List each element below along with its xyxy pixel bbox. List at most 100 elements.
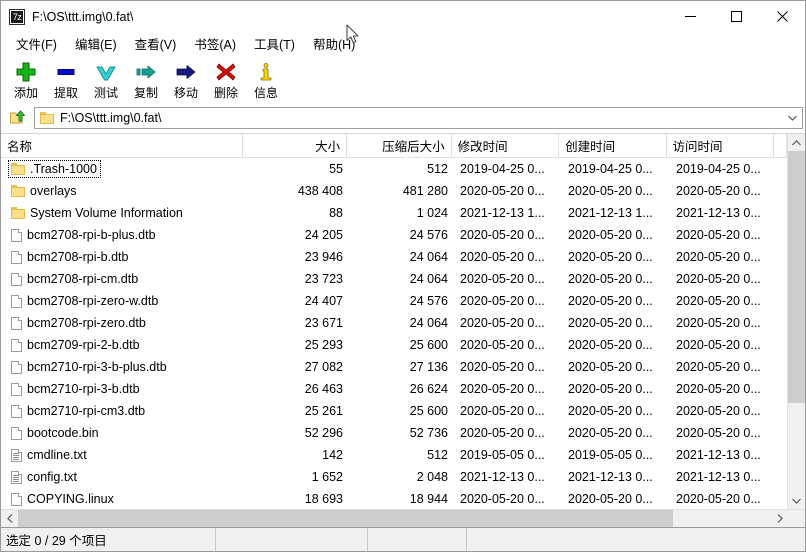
cell-name: config.txt <box>1 466 244 488</box>
table-row[interactable]: bcm2709-rpi-2-b.dtb 25 293 25 600 2020-05-2… <box>1 334 787 356</box>
horizontal-scrollbar[interactable] <box>1 509 805 527</box>
cell-packed: 18 944 <box>409 492 448 506</box>
move-button[interactable]: 移动 <box>166 57 206 101</box>
cell-created: 2020-05-20 0... <box>568 382 653 396</box>
column-header-size[interactable]: 大小 <box>243 134 348 157</box>
maximize-icon <box>730 11 742 22</box>
table-row[interactable]: .Trash-1000 55 512 2019-04-25 0... 2019-04-2… <box>1 158 787 180</box>
file-rows: .Trash-1000 55 512 2019-04-25 0... 2019-04-2… <box>1 158 787 509</box>
info-icon <box>250 59 282 85</box>
test-button-label: 测试 <box>93 86 118 100</box>
menu-help[interactable]: 帮助(H) <box>304 32 364 56</box>
up-one-level-button[interactable] <box>5 107 31 130</box>
column-header-accessed[interactable]: 访问时间 <box>667 134 774 157</box>
address-dropdown-button[interactable] <box>784 115 800 121</box>
test-icon <box>90 59 122 85</box>
table-row[interactable]: cmdline.txt 142 512 2019-05-05 0... 2019-05-… <box>1 444 787 466</box>
menu-bookmarks[interactable]: 书签(A) <box>185 32 245 56</box>
cell-created: 2020-05-20 0... <box>568 228 653 242</box>
delete-button-label: 删除 <box>213 86 238 100</box>
info-button[interactable]: 信息 <box>246 57 286 101</box>
vertical-scrollbar[interactable] <box>787 134 805 509</box>
cell-created: 2019-05-05 0... <box>568 448 653 462</box>
cell-size: 23 946 <box>304 250 343 264</box>
file-name-label: bcm2708-rpi-cm.dtb <box>27 272 139 286</box>
scroll-down-button[interactable] <box>788 492 805 509</box>
cell-modified: 2020-05-20 0... <box>460 272 545 286</box>
cell-packed: 481 280 <box>402 184 448 198</box>
name-box: bcm2708-rpi-zero-w.dtb <box>9 293 161 309</box>
vertical-scroll-thumb[interactable] <box>788 151 805 404</box>
cell-accessed: 2020-05-20 0... <box>676 382 761 396</box>
file-icon <box>11 382 22 396</box>
file-icon <box>11 316 22 330</box>
table-row[interactable]: COPYING.linux 18 693 18 944 2020-05-20 0...… <box>1 488 787 509</box>
copy-button-label: 复制 <box>133 86 158 100</box>
cell-modified: 2020-05-20 0... <box>460 294 545 308</box>
vertical-scroll-track[interactable] <box>788 151 805 492</box>
address-input[interactable]: F:\OS\ttt.img\0.fat\ <box>34 107 803 129</box>
app-icon-label: 7z <box>11 10 23 23</box>
delete-icon <box>210 59 242 85</box>
menu-tools[interactable]: 工具(T) <box>245 32 304 56</box>
menu-edit[interactable]: 编辑(E) <box>66 32 126 56</box>
cell-created: 2021-12-13 1... <box>568 206 653 220</box>
cell-accessed: 2020-05-20 0... <box>676 360 761 374</box>
table-row[interactable]: config.txt 1 652 2 048 2021-12-13 0... 2021-… <box>1 466 787 488</box>
cell-modified: 2019-04-25 0... <box>460 162 545 176</box>
table-row[interactable]: overlays 438 408 481 280 2020-05-20 0... 202… <box>1 180 787 202</box>
file-name-label: bcm2710-rpi-3-b.dtb <box>27 382 140 396</box>
name-box: bcm2708-rpi-b.dtb <box>9 249 131 265</box>
scroll-left-button[interactable] <box>1 510 18 527</box>
table-row[interactable]: bootcode.bin 52 296 52 736 2020-05-20 0... 2… <box>1 422 787 444</box>
menu-file[interactable]: 文件(F) <box>7 32 66 56</box>
copy-button[interactable]: 复制 <box>126 57 166 101</box>
cell-modified: 2021-12-13 1... <box>460 206 545 220</box>
table-row[interactable]: System Volume Information 88 1 024 2021-12-… <box>1 202 787 224</box>
file-name-label: bcm2708-rpi-zero-w.dtb <box>27 294 159 308</box>
table-row[interactable]: bcm2710-rpi-cm3.dtb 25 261 25 600 2020-05-2… <box>1 400 787 422</box>
cell-accessed: 2020-05-20 0... <box>676 250 761 264</box>
cell-created: 2020-05-20 0... <box>568 316 653 330</box>
close-button[interactable] <box>759 1 805 32</box>
cell-created: 2020-05-20 0... <box>568 404 653 418</box>
table-row[interactable]: bcm2708-rpi-zero.dtb 23 671 24 064 2020-05-… <box>1 312 787 334</box>
cell-accessed: 2019-04-25 0... <box>676 162 761 176</box>
table-row[interactable]: bcm2708-rpi-b-plus.dtb 24 205 24 576 2020-0… <box>1 224 787 246</box>
column-header-modified[interactable]: 修改时间 <box>452 134 560 157</box>
test-button[interactable]: 测试 <box>86 57 126 101</box>
cell-name: bcm2708-rpi-zero-w.dtb <box>1 290 244 312</box>
minimize-button[interactable] <box>667 1 713 32</box>
extract-button-label: 提取 <box>53 86 78 100</box>
toolbar: 添加 提取 测试 复制 移动 删除 信息 <box>1 55 805 105</box>
table-row[interactable]: bcm2710-rpi-3-b-plus.dtb 27 082 27 136 2020… <box>1 356 787 378</box>
folder-icon <box>11 207 25 219</box>
table-row[interactable]: bcm2708-rpi-cm.dtb 23 723 24 064 2020-05-20… <box>1 268 787 290</box>
column-header-packed-size[interactable]: 压缩后大小 <box>347 134 452 157</box>
horizontal-scroll-track[interactable] <box>18 510 771 527</box>
column-header-name[interactable]: 名称 <box>1 134 243 157</box>
table-row[interactable]: bcm2710-rpi-3-b.dtb 26 463 26 624 2020-05-2… <box>1 378 787 400</box>
add-button[interactable]: 添加 <box>6 57 46 101</box>
column-header-created[interactable]: 创建时间 <box>559 134 667 157</box>
cell-name: bcm2708-rpi-zero.dtb <box>1 312 244 334</box>
scroll-right-button[interactable] <box>771 510 788 527</box>
cell-created: 2019-04-25 0... <box>568 162 653 176</box>
cell-name: cmdline.txt <box>1 444 244 466</box>
file-icon <box>11 272 22 286</box>
extract-button[interactable]: 提取 <box>46 57 86 101</box>
horizontal-scroll-thumb[interactable] <box>18 510 674 527</box>
cell-accessed: 2020-05-20 0... <box>676 272 761 286</box>
cell-created: 2020-05-20 0... <box>568 338 653 352</box>
maximize-button[interactable] <box>713 1 759 32</box>
table-row[interactable]: bcm2708-rpi-zero-w.dtb 24 407 24 576 2020-0… <box>1 290 787 312</box>
cell-packed: 25 600 <box>409 404 448 418</box>
file-icon <box>11 250 22 264</box>
table-row[interactable]: bcm2708-rpi-b.dtb 23 946 24 064 2020-05-20 … <box>1 246 787 268</box>
scroll-up-button[interactable] <box>788 134 805 151</box>
file-name-label: cmdline.txt <box>27 448 87 462</box>
delete-button[interactable]: 删除 <box>206 57 246 101</box>
status-cell-3 <box>368 528 467 551</box>
menu-view[interactable]: 查看(V) <box>126 32 186 56</box>
cell-size: 25 261 <box>304 404 343 418</box>
